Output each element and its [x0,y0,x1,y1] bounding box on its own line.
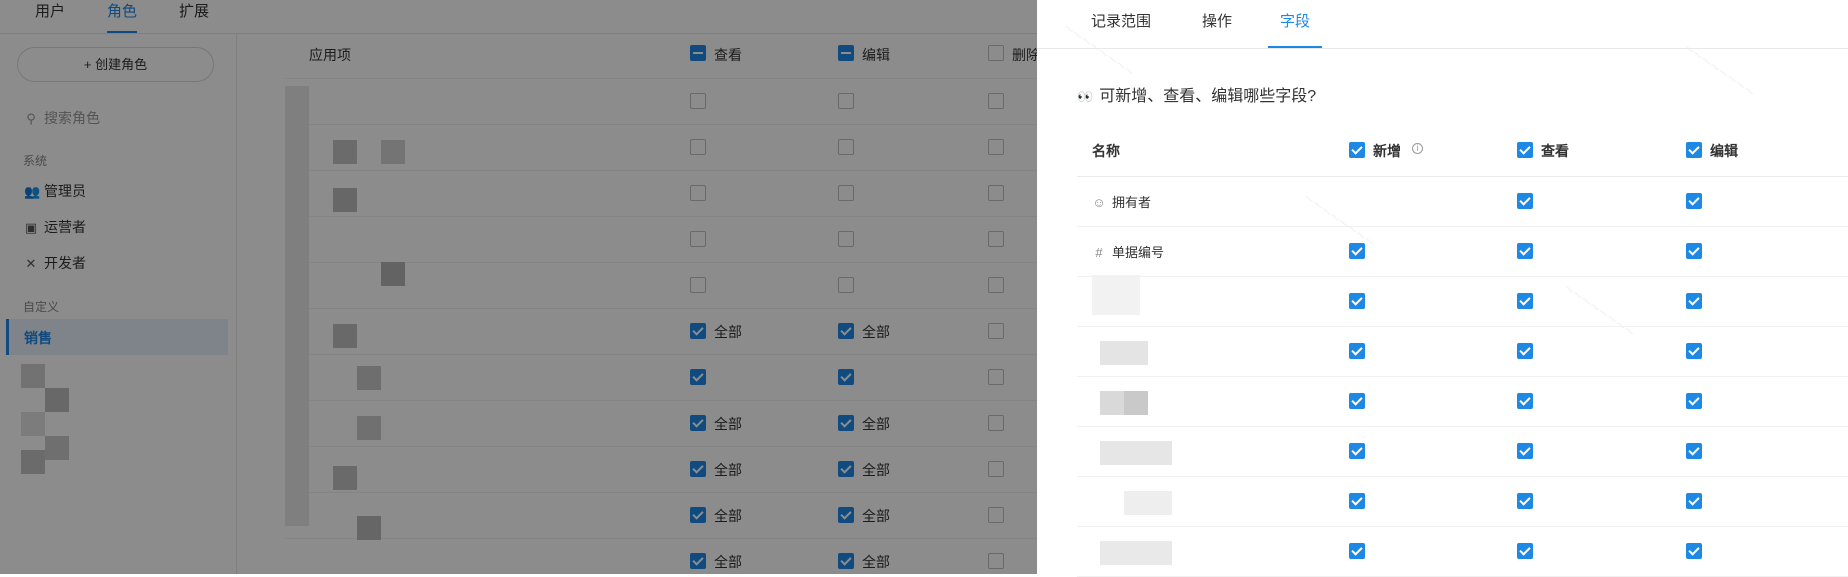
edit-field-checkbox[interactable] [1686,293,1702,309]
edit-field-checkbox[interactable] [1686,493,1702,509]
add-field-checkbox[interactable] [1349,443,1365,459]
add-field-checkbox[interactable] [1349,343,1365,359]
field-name-text: 单据编号 [1112,245,1165,260]
edit-all-fields-checkbox[interactable] [1686,142,1702,158]
modal-overlay[interactable] [0,0,1037,574]
redacted-field-names [1092,275,1242,575]
add-field-checkbox[interactable] [1349,293,1365,309]
field-name: ☺ 拥有者 [1092,192,1151,211]
add-field-checkbox[interactable] [1349,543,1365,559]
tab-operations[interactable]: 操作 [1202,10,1232,46]
edit-field-checkbox[interactable] [1686,543,1702,559]
hash-icon: # [1095,245,1103,260]
add-all-checkbox[interactable] [1349,142,1365,158]
column-name: 名称 [1092,143,1120,159]
edit-field-checkbox[interactable] [1686,343,1702,359]
field-permission-drawer: ~~~~~~~~ ~~~~~~~~ ~~~~~~~~ ~~~~~~~~ 记录范围… [1037,0,1848,577]
view-field-checkbox[interactable] [1517,493,1533,509]
add-field-checkbox[interactable] [1349,493,1365,509]
question-text: 可新增、查看、编辑哪些字段? [1099,88,1317,105]
eyes-icon: 👀 [1077,89,1094,104]
table-header: 名称 新增 i 查看 编辑 [1077,125,1848,177]
view-field-checkbox[interactable] [1517,243,1533,259]
edit-field-checkbox[interactable] [1686,393,1702,409]
tab-fields[interactable]: 字段 [1268,10,1323,48]
field-name: # 单据编号 [1092,242,1164,261]
view-field-checkbox[interactable] [1517,393,1533,409]
edit-field-checkbox[interactable] [1686,193,1702,209]
view-field-checkbox[interactable] [1517,293,1533,309]
add-field-checkbox[interactable] [1349,243,1365,259]
column-add: 新增 [1373,143,1401,159]
field-name-text: 拥有者 [1112,195,1152,210]
drawer-tabs: 记录范围 操作 字段 [1037,0,1848,49]
edit-field-checkbox[interactable] [1686,243,1702,259]
view-field-checkbox[interactable] [1517,443,1533,459]
edit-field-checkbox[interactable] [1686,443,1702,459]
column-edit: 编辑 [1710,143,1738,159]
fields-question: 👀 可新增、查看、编辑哪些字段? [1077,82,1316,106]
tab-record-scope[interactable]: 记录范围 [1091,10,1151,46]
view-field-checkbox[interactable] [1517,543,1533,559]
column-view: 查看 [1541,143,1569,159]
field-row: # 单据编号 [1077,226,1848,277]
user-circle-icon: ☺ [1092,195,1106,210]
add-field-checkbox[interactable] [1349,393,1365,409]
view-all-fields-checkbox[interactable] [1517,142,1533,158]
info-icon[interactable]: i [1412,143,1423,154]
view-field-checkbox[interactable] [1517,193,1533,209]
view-field-checkbox[interactable] [1517,343,1533,359]
field-row: ☺ 拥有者 [1077,176,1848,227]
